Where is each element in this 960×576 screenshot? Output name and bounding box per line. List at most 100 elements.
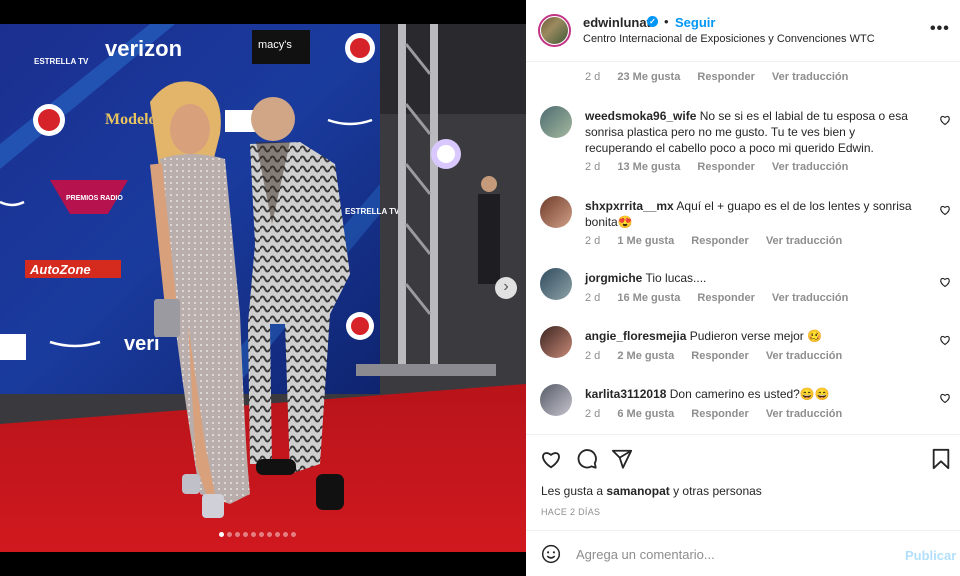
commenter-avatar[interactable] — [540, 268, 572, 300]
post-photo[interactable]: ESTRELLA TV verizon macy's Modelo PREMIO… — [0, 24, 526, 552]
separator-dot: • — [664, 14, 669, 29]
heart-icon[interactable] — [939, 334, 951, 346]
comment-time: 2 d — [585, 350, 601, 362]
comment-time: 2 d — [585, 235, 601, 247]
comment-meta: 2 d 23 Me gusta Responder Ver traducción — [585, 71, 862, 83]
comment-input[interactable] — [576, 543, 896, 565]
comments-list[interactable]: 2 d 23 Me gusta Responder Ver traducción… — [526, 62, 960, 434]
commenter-username[interactable]: jorgmiche — [585, 271, 642, 285]
translate-button[interactable]: Ver traducción — [766, 408, 842, 420]
author-avatar[interactable] — [538, 14, 571, 47]
heart-icon[interactable] — [939, 392, 951, 404]
follow-button[interactable]: Seguir — [675, 15, 715, 30]
post-header: edwinlunat ✓ • Seguir Centro Internacion… — [526, 0, 960, 62]
reply-button[interactable]: Responder — [697, 161, 754, 173]
logo-verizon: verizon — [105, 36, 182, 61]
carousel-dot — [283, 532, 288, 537]
reply-button[interactable]: Responder — [697, 292, 754, 304]
heart-icon[interactable] — [939, 204, 951, 216]
reply-button[interactable]: Responder — [691, 235, 748, 247]
author-username[interactable]: edwinlunat — [583, 15, 651, 30]
logo-modelo: Modelo — [105, 111, 157, 128]
comment-likes[interactable]: 16 Me gusta — [617, 292, 680, 304]
commenter-avatar[interactable] — [540, 326, 572, 358]
translate-button[interactable]: Ver traducción — [766, 235, 842, 247]
translate-button[interactable]: Ver traducción — [772, 292, 848, 304]
commenter-username[interactable]: weedsmoka96_wife — [585, 109, 696, 123]
comment-icon[interactable] — [576, 448, 598, 470]
comment-meta: 2 d 1 Me gusta Responder Ver traducción — [585, 235, 856, 247]
publish-button[interactable]: Publicar — [905, 548, 956, 563]
comment-time: 2 d — [585, 292, 601, 304]
logo-estrellatv: ESTRELLA TV — [34, 57, 89, 66]
comment-text: Tio lucas.... — [645, 271, 707, 285]
post-timestamp[interactable]: HACE 2 DÍAS — [541, 507, 600, 517]
comment-time: 2 d — [585, 161, 601, 173]
bookmark-icon[interactable] — [930, 448, 952, 470]
comment-likes[interactable]: 13 Me gusta — [617, 161, 680, 173]
carousel-dot — [259, 532, 264, 537]
comment-text: Don camerino es usted?😄😄 — [669, 387, 830, 401]
commenter-username[interactable]: karlita3112018 — [585, 387, 666, 401]
logo-verizon-2: veri — [124, 333, 160, 355]
likes-summary: Les gusta a samanopat y otras personas — [541, 484, 762, 498]
comment-text: Pudieron verse mejor 🥴 — [689, 329, 823, 343]
commenter-username[interactable]: angie_floresmejia — [585, 329, 686, 343]
post-media: ESTRELLA TV verizon macy's Modelo PREMIO… — [0, 0, 526, 576]
comment-body: angie_floresmejia Pudieron verse mejor 🥴 — [585, 328, 925, 344]
carousel-next-button[interactable]: › — [495, 277, 517, 299]
translate-button[interactable]: Ver traducción — [772, 71, 848, 83]
comment-likes[interactable]: 1 Me gusta — [617, 235, 674, 247]
carousel-dot — [251, 532, 256, 537]
comment-composer: Publicar — [526, 530, 960, 576]
commenter-avatar[interactable] — [540, 106, 572, 138]
likes-user[interactable]: samanopat — [606, 484, 669, 498]
heart-icon[interactable] — [939, 114, 951, 126]
comment-likes[interactable]: 23 Me gusta — [617, 71, 680, 83]
carousel-dot — [275, 532, 280, 537]
comment-body: jorgmiche Tio lucas.... — [585, 270, 925, 286]
carousel-dot — [219, 532, 224, 537]
more-options-icon[interactable]: ••• — [930, 20, 950, 38]
heart-icon[interactable] — [540, 448, 562, 470]
commenter-avatar[interactable] — [540, 196, 572, 228]
comment-body: shxpxrrita__mx Aquí el + guapo es el de … — [585, 198, 925, 230]
logo-autozone: AutoZone — [29, 262, 91, 277]
red-carpet-photo: ESTRELLA TV verizon macy's Modelo PREMIO… — [0, 24, 526, 552]
post-actions: Les gusta a samanopat y otras personas H… — [526, 434, 960, 530]
comment-body: weedsmoka96_wife No se si es el labial d… — [585, 108, 925, 156]
emoji-icon[interactable] — [541, 544, 561, 564]
post-side-panel: edwinlunat ✓ • Seguir Centro Internacion… — [526, 0, 960, 576]
logo-premios-radio: PREMIOS RADIO — [66, 195, 123, 202]
commenter-avatar[interactable] — [540, 384, 572, 416]
heart-icon[interactable] — [939, 276, 951, 288]
comment-likes[interactable]: 6 Me gusta — [617, 408, 674, 420]
reply-button[interactable]: Responder — [697, 71, 754, 83]
likes-suffix[interactable]: y otras personas — [673, 484, 762, 498]
comment-likes[interactable]: 2 Me gusta — [617, 350, 674, 362]
share-icon[interactable] — [611, 448, 633, 470]
logo-estrellatv-2: ESTRELLA TV — [345, 207, 400, 216]
carousel-dot — [243, 532, 248, 537]
carousel-dot — [227, 532, 232, 537]
reply-button[interactable]: Responder — [691, 408, 748, 420]
carousel-dot — [291, 532, 296, 537]
translate-button[interactable]: Ver traducción — [772, 161, 848, 173]
reply-button[interactable]: Responder — [691, 350, 748, 362]
comment-meta: 2 d 6 Me gusta Responder Ver traducción — [585, 408, 856, 420]
carousel-dot — [235, 532, 240, 537]
likes-prefix: Les gusta a — [541, 484, 604, 498]
comment-meta: 2 d 16 Me gusta Responder Ver traducción — [585, 292, 862, 304]
commenter-username[interactable]: shxpxrrita__mx — [585, 199, 674, 213]
translate-button[interactable]: Ver traducción — [766, 350, 842, 362]
logo-macys: macy's — [258, 39, 292, 51]
verified-badge-icon: ✓ — [647, 16, 658, 27]
carousel-dot — [267, 532, 272, 537]
comment-meta: 2 d 2 Me gusta Responder Ver traducción — [585, 350, 856, 362]
post-location[interactable]: Centro Internacional de Exposiciones y C… — [583, 33, 875, 45]
carousel-indicator — [219, 532, 296, 540]
comment-meta: 2 d 13 Me gusta Responder Ver traducción — [585, 161, 862, 173]
comment-time: 2 d — [585, 408, 601, 420]
comment-body: karlita3112018 Don camerino es usted?😄😄 — [585, 386, 925, 402]
chevron-right-icon: › — [503, 278, 509, 295]
